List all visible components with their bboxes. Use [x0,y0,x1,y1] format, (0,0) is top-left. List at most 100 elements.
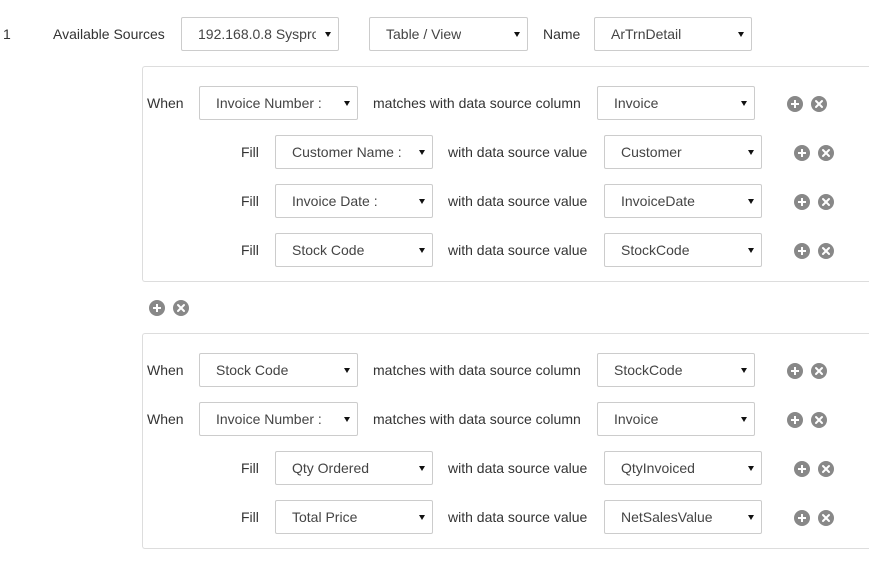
fill-value-value: InvoiceDate [621,193,695,209]
with-value-label: with data source value [448,460,588,476]
plus-circle-icon [791,100,799,108]
when-label: When [147,411,184,427]
add-fill-button[interactable] [794,510,810,526]
row-number: 1 [3,26,11,42]
fill-value-select[interactable]: Customer [604,135,762,169]
fill-field-select[interactable]: Qty Ordered [275,451,433,485]
condition-field-select[interactable]: Invoice Number : [199,402,358,436]
fill-value-select[interactable]: QtyInvoiced [604,451,762,485]
available-sources-label: Available Sources [53,26,165,42]
x-circle-icon [177,304,185,312]
fill-field-select[interactable]: Stock Code [275,233,433,267]
name-select[interactable]: ArTrnDetail [594,17,752,51]
chevron-down-icon [419,466,425,471]
chevron-down-icon [741,368,747,373]
chevron-down-icon [514,32,520,37]
condition-column-select[interactable]: Invoice [597,402,755,436]
fill-field-select[interactable]: Customer Name : [275,135,433,169]
chevron-down-icon [419,199,425,204]
add-fill-button[interactable] [794,194,810,210]
remove-fill-button[interactable] [818,510,834,526]
remove-condition-button[interactable] [811,412,827,428]
fill-label: Fill [241,144,259,160]
chevron-down-icon [741,101,747,106]
chevron-down-icon [344,417,350,422]
when-label: When [147,95,184,111]
x-circle-icon [822,149,830,157]
source-select[interactable]: 192.168.0.8 SysproCompanyA [181,17,339,51]
plus-circle-icon [798,198,806,206]
chevron-down-icon [748,466,754,471]
x-circle-icon [822,465,830,473]
with-value-label: with data source value [448,144,588,160]
remove-condition-button[interactable] [811,363,827,379]
chevron-down-icon [344,101,350,106]
add-condition-button[interactable] [787,96,803,112]
type-select-value: Table / View [386,26,462,42]
name-label: Name [543,26,581,42]
fill-value-select[interactable]: NetSalesValue [604,500,762,534]
x-circle-icon [822,514,830,522]
plus-circle-icon [153,304,161,312]
fill-value-value: Customer [621,144,682,160]
plus-circle-icon [791,416,799,424]
fill-value-select[interactable]: StockCode [604,233,762,267]
matches-label: matches with data source column [373,411,581,427]
with-value-label: with data source value [448,193,588,209]
fill-field-value: Total Price [292,509,358,525]
chevron-down-icon [748,515,754,520]
type-select[interactable]: Table / View [369,17,528,51]
add-fill-button[interactable] [794,243,810,259]
fill-label: Fill [241,242,259,258]
fill-field-value: Qty Ordered [292,460,370,476]
plus-circle-icon [798,514,806,522]
add-fill-button[interactable] [794,145,810,161]
with-value-label: with data source value [448,509,588,525]
chevron-down-icon [325,32,331,37]
condition-field-value: Invoice Number : [216,411,322,427]
add-group-button[interactable] [149,300,165,316]
chevron-down-icon [344,368,350,373]
fill-value-value: QtyInvoiced [621,460,695,476]
add-condition-button[interactable] [787,412,803,428]
chevron-down-icon [748,248,754,253]
remove-condition-button[interactable] [811,96,827,112]
remove-group-button[interactable] [173,300,189,316]
fill-label: Fill [241,460,259,476]
add-fill-button[interactable] [794,461,810,477]
fill-field-value: Customer Name : [292,144,402,160]
remove-fill-button[interactable] [818,194,834,210]
x-circle-icon [822,247,830,255]
remove-fill-button[interactable] [818,461,834,477]
remove-fill-button[interactable] [818,243,834,259]
condition-column-value: StockCode [614,362,683,378]
condition-column-select[interactable]: Invoice [597,86,755,120]
fill-label: Fill [241,193,259,209]
chevron-down-icon [419,515,425,520]
x-circle-icon [815,100,823,108]
fill-field-select[interactable]: Invoice Date : [275,184,433,218]
fill-field-select[interactable]: Total Price [275,500,433,534]
add-condition-button[interactable] [787,363,803,379]
fill-label: Fill [241,509,259,525]
fill-field-value: Invoice Date : [292,193,378,209]
condition-column-select[interactable]: StockCode [597,353,755,387]
chevron-down-icon [741,417,747,422]
fill-value-value: NetSalesValue [621,509,713,525]
condition-column-value: Invoice [614,95,659,111]
plus-circle-icon [798,149,806,157]
condition-field-value: Invoice Number : [216,95,322,111]
x-circle-icon [815,367,823,375]
plus-circle-icon [798,247,806,255]
condition-field-value: Stock Code [216,362,289,378]
condition-field-select[interactable]: Invoice Number : [199,86,358,120]
chevron-down-icon [419,248,425,253]
fill-field-value: Stock Code [292,242,365,258]
chevron-down-icon [748,150,754,155]
chevron-down-icon [419,150,425,155]
fill-value-select[interactable]: InvoiceDate [604,184,762,218]
source-select-value: 192.168.0.8 SysproCompanyA [198,26,316,42]
remove-fill-button[interactable] [818,145,834,161]
condition-field-select[interactable]: Stock Code [199,353,358,387]
matches-label: matches with data source column [373,95,581,111]
